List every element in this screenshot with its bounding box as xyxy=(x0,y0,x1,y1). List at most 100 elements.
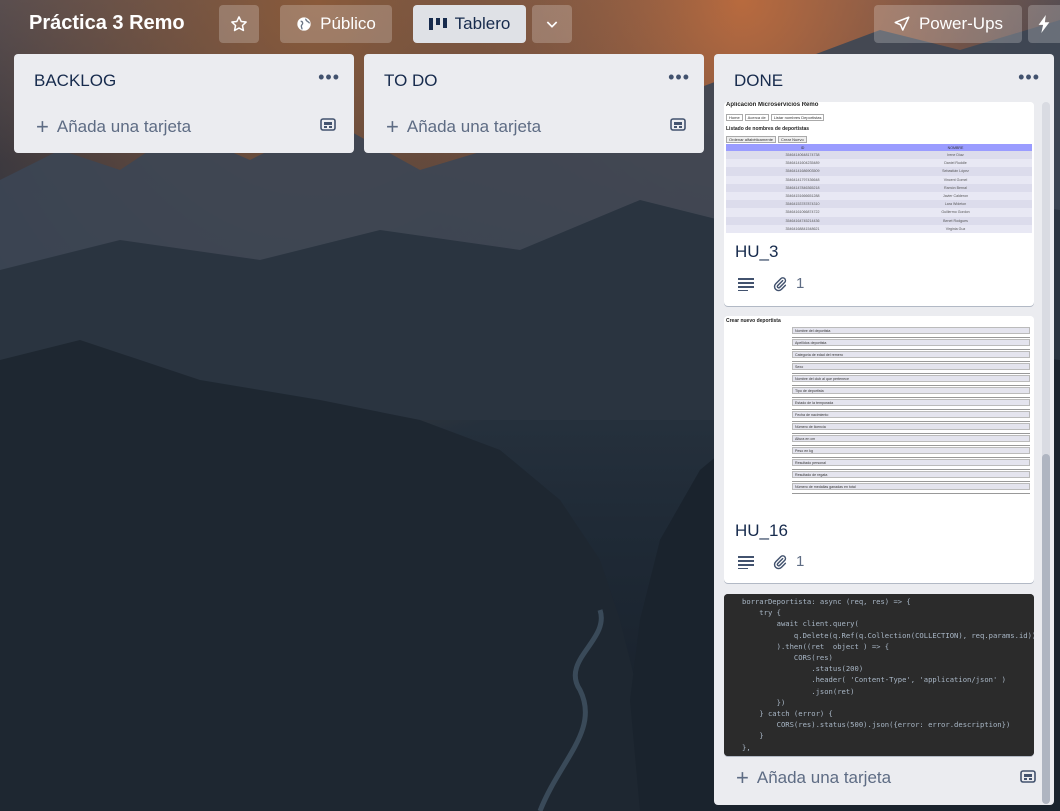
card-template-icon[interactable] xyxy=(1020,769,1036,785)
attachment-count: 1 xyxy=(796,553,805,570)
preview-form-input xyxy=(792,406,1030,410)
preview-table-cell: 35464141797436648 xyxy=(785,177,820,182)
preview-table: ID NOMBRE 35464140648174738 Irene Díaz 354… xyxy=(726,144,1032,233)
add-card-button[interactable]: + Añada una tarjeta xyxy=(736,762,891,794)
preview-table-row: 35464141686903509 Sebastián López xyxy=(726,167,1032,176)
preview-table-cell: Irene Díaz xyxy=(947,153,964,158)
preview-table-cell: Daniel Ruddle xyxy=(944,161,967,166)
preview-table-body: 35464140648174738 Irene Díaz 3546414160423… xyxy=(726,151,1032,233)
list-done: DONE ••• Aplicación Microservicios Remo … xyxy=(714,54,1054,805)
preview-table-row: 35464140648174738 Irene Díaz xyxy=(726,151,1032,160)
list-title[interactable]: TO DO xyxy=(384,71,438,91)
add-card-button[interactable]: + Añada una tarjeta xyxy=(36,111,191,143)
list-menu-button[interactable]: ••• xyxy=(1018,67,1040,88)
preview-table-cell: 35464153787874310 xyxy=(785,202,820,207)
add-card-label: Añada una tarjeta xyxy=(56,117,192,136)
card-template-icon[interactable] xyxy=(320,117,336,133)
paperclip-icon xyxy=(773,276,787,291)
views-dropdown-button[interactable] xyxy=(532,5,572,43)
visibility-button[interactable]: Público xyxy=(280,5,392,43)
card-title: HU_16 xyxy=(735,521,788,540)
visibility-label: Público xyxy=(320,14,376,33)
preview-buttons: Ordenar alfabéticamente Crear Nuevo xyxy=(726,136,807,143)
preview-form-input xyxy=(792,418,1030,422)
preview-table-row: 35464161066874722 Guillermo Gordon xyxy=(726,208,1032,217)
preview-table-cell: 35464140648174738 xyxy=(785,153,820,158)
preview-table-row: 35464147846365218 Ramón Bernal xyxy=(726,183,1032,192)
automation-button[interactable] xyxy=(1028,5,1060,43)
code-line: await client.query( xyxy=(742,619,859,629)
list-backlog: BACKLOG ••• + Añada una tarjeta xyxy=(14,54,354,153)
list-header: BACKLOG ••• xyxy=(14,54,354,106)
preview-heading: Aplicación Microservicios Remo xyxy=(726,102,819,108)
preview-table-row: 35464153787874310 Lara Wideton xyxy=(726,200,1032,209)
preview-table-row: 35464141604235489 Daniel Ruddle xyxy=(726,159,1032,168)
list-title[interactable]: BACKLOG xyxy=(34,71,116,91)
preview-table-cell: Guillermo Gordon xyxy=(941,210,970,215)
code-line: q.Delete(q.Ref(q.Collection(COLLECTION),… xyxy=(742,630,1034,640)
preview-form-input xyxy=(792,430,1030,434)
card-cover-image: Aplicación Microservicios Remo Home Acer… xyxy=(724,102,1034,233)
preview-table-row: 35464151666651288 Javier Calderon xyxy=(726,191,1032,201)
preview-table-cell: 35464161066874722 xyxy=(785,210,820,215)
card-hu3[interactable]: Aplicación Microservicios Remo Home Acer… xyxy=(724,102,1034,306)
preview-form-label: Estado de la temporada xyxy=(792,399,1030,406)
board-icon xyxy=(428,18,447,30)
card-hu16[interactable]: Crear nuevo deportista Nombre del deport… xyxy=(724,316,1034,583)
preview-form-label: Nombre del deportista xyxy=(792,327,1030,334)
code-line: CORS(res).status(500).json({error: error… xyxy=(742,720,1011,730)
chevron-down-icon xyxy=(546,21,558,28)
list-menu-button[interactable]: ••• xyxy=(318,67,340,88)
card-template-icon[interactable] xyxy=(670,117,686,133)
rocket-icon xyxy=(894,16,910,31)
list-menu-button[interactable]: ••• xyxy=(668,67,690,88)
code-line: try { xyxy=(742,608,781,618)
preview-form-input xyxy=(792,394,1030,398)
plus-icon: + xyxy=(736,765,749,790)
add-card-label: Añada una tarjeta xyxy=(406,117,542,136)
preview-nav-item: Acerca de xyxy=(744,114,769,121)
preview-button: Ordenar alfabéticamente xyxy=(726,136,777,143)
code-line: ).then((ret object ) => { xyxy=(742,641,890,651)
description-icon xyxy=(738,277,754,291)
paperclip-icon xyxy=(773,554,787,569)
preview-nav: Home Acerca de Listar nombres Deportista… xyxy=(726,114,825,121)
board-title[interactable]: Práctica 3 Remo xyxy=(29,12,185,35)
card-badges: 1 xyxy=(738,553,804,570)
preview-form-label: Resultado personal xyxy=(792,459,1030,466)
preview-form-label: Fecha de nacimiento xyxy=(792,411,1030,418)
code-line: }, xyxy=(742,742,751,752)
preview-table-row: 35464168841548621 Virginia Guz xyxy=(726,224,1032,233)
attachment-badge: 1 xyxy=(772,275,804,292)
card-code-screenshot[interactable]: borrarDeportista: async (req, res) => { … xyxy=(724,594,1034,756)
preview-nav-item: Listar nombres Deportistas xyxy=(770,114,825,121)
preview-form-label: Nombre del club al que pertenece xyxy=(792,375,1030,382)
plus-icon: + xyxy=(386,114,399,139)
code-line: } xyxy=(742,731,764,741)
preview-table-cell: Ramón Bernal xyxy=(944,185,967,190)
code-line: CORS(res) xyxy=(742,653,833,663)
board-view-button[interactable]: Tablero xyxy=(413,5,526,43)
preview-form-input xyxy=(792,358,1030,362)
powerups-button[interactable]: Power-Ups xyxy=(874,5,1022,43)
board-header: Práctica 3 Remo Público Tablero Power-Up… xyxy=(0,0,1060,48)
add-card-label: Añada una tarjeta xyxy=(756,768,892,787)
attachment-badge: 1 xyxy=(772,553,804,570)
list-title[interactable]: DONE xyxy=(734,71,783,91)
star-button[interactable] xyxy=(219,5,259,43)
preview-col-header: NOMBRE xyxy=(947,145,964,150)
preview-table-row: 35464164745214436 Benet Rodgues xyxy=(726,216,1032,225)
preview-form-input xyxy=(792,334,1030,338)
list-scrollbar-thumb[interactable] xyxy=(1042,454,1050,804)
powerups-label: Power-Ups xyxy=(918,14,1004,33)
preview-form-input xyxy=(792,490,1030,494)
code-line: .header( 'Content-Type', 'application/js… xyxy=(742,675,1006,685)
preview-form-label: Número de medallas ganadas en total xyxy=(792,483,1030,490)
preview-form-label: Resultado de regata xyxy=(792,471,1030,478)
code-line: }) xyxy=(742,697,786,707)
add-card-button[interactable]: + Añada una tarjeta xyxy=(386,111,541,143)
preview-form-input xyxy=(792,454,1030,458)
preview-table-cell: 35464147846365218 xyxy=(785,185,820,190)
code-line: borrarDeportista: async (req, res) => { xyxy=(742,597,911,606)
preview-table-cell: 35464141686903509 xyxy=(785,169,820,174)
